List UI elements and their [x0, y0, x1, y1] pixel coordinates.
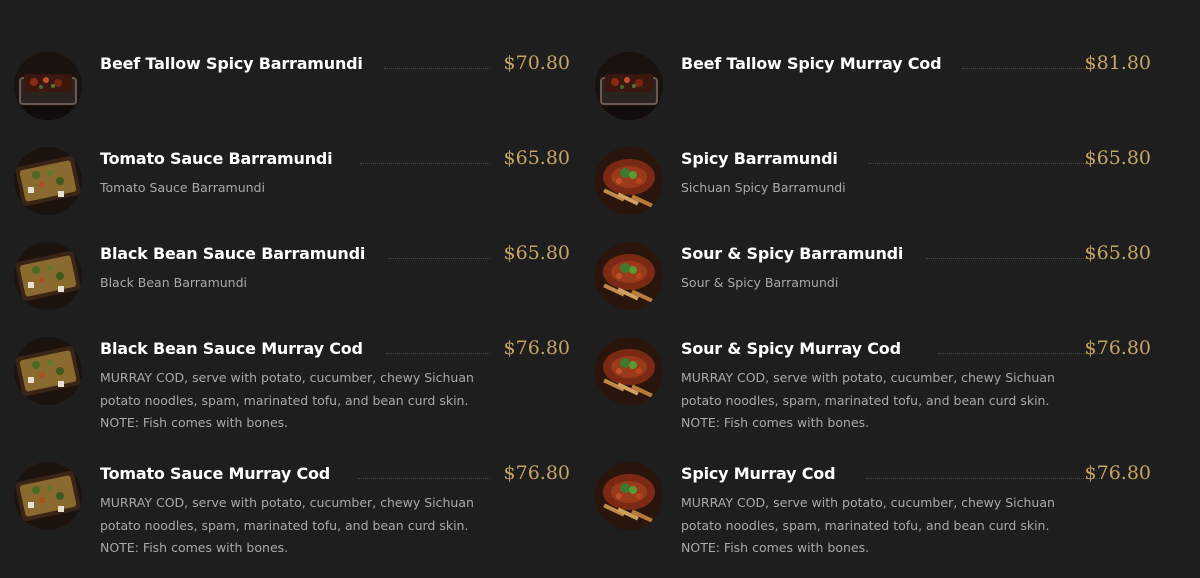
menu-column-right: Beef Tallow Spicy Murray Cod $81.80 Spicy … — [581, 0, 1151, 578]
description-line: Black Bean Barramundi — [100, 275, 247, 290]
menu-item-description: Black Bean Barramundi — [100, 272, 480, 295]
menu-item-description: MURRAY COD, serve with potato, cucumber,… — [100, 492, 480, 560]
leader-dots — [938, 353, 1102, 354]
description-line: potato noodles, spam, marinated tofu, an… — [100, 517, 469, 533]
menu-item-price: $65.80 — [503, 242, 570, 264]
description-line: MURRAY COD, serve with potato, cucumber,… — [100, 370, 474, 385]
menu-item-name[interactable]: Beef Tallow Spicy Barramundi — [100, 54, 363, 74]
menu-item-name[interactable]: Beef Tallow Spicy Murray Cod — [681, 54, 942, 74]
menu-item-price: $81.80 — [1084, 52, 1151, 74]
menu-item-name[interactable]: Black Bean Sauce Barramundi — [100, 244, 365, 264]
leader-dots — [868, 163, 1102, 164]
menu-item-name[interactable]: Sour & Spicy Murray Cod — [681, 339, 901, 359]
spicy-fish-icon[interactable] — [595, 147, 663, 215]
description-line: Sour & Spicy Barramundi — [681, 275, 839, 290]
description-line: Sichuan Spicy Barramundi — [681, 180, 846, 195]
menu-item-description: MURRAY COD, serve with potato, cucumber,… — [681, 492, 1061, 560]
leader-dots — [386, 353, 490, 354]
hotpot-dish-icon[interactable] — [595, 52, 663, 120]
menu-item-description: Sichuan Spicy Barramundi — [681, 177, 1061, 200]
menu-item-price: $76.80 — [1084, 462, 1151, 484]
menu-item-description: MURRAY COD, serve with potato, cucumber,… — [100, 367, 480, 435]
menu-item-name[interactable]: Tomato Sauce Murray Cod — [100, 464, 330, 484]
menu-item-price: $76.80 — [1084, 337, 1151, 359]
menu-item-price: $70.80 — [503, 52, 570, 74]
leader-dots — [962, 68, 1102, 69]
fish-platter-icon[interactable] — [14, 242, 82, 310]
fish-platter-icon[interactable] — [14, 462, 82, 530]
spicy-fish-icon[interactable] — [595, 242, 663, 310]
menu-item-price: $65.80 — [503, 147, 570, 169]
menu-column-left: Beef Tallow Spicy Barramundi $70.80 Tomato… — [0, 0, 570, 578]
menu-item-description: Sour & Spicy Barramundi — [681, 272, 1061, 295]
description-line: NOTE: Fish comes with bones. — [681, 540, 870, 555]
menu-item-description: MURRAY COD, serve with potato, cucumber,… — [681, 367, 1061, 435]
menu-item-name[interactable]: Black Bean Sauce Murray Cod — [100, 339, 363, 359]
menu-item-name[interactable]: Spicy Murray Cod — [681, 464, 836, 484]
description-line: NOTE: Fish comes with bones. — [100, 415, 289, 430]
hotpot-dish-icon[interactable] — [14, 52, 82, 120]
menu-item-name[interactable]: Sour & Spicy Barramundi — [681, 244, 903, 264]
description-line: NOTE: Fish comes with bones. — [681, 415, 870, 430]
leader-dots — [360, 163, 490, 164]
menu-item-description: Tomato Sauce Barramundi — [100, 177, 480, 200]
menu-item-name[interactable]: Tomato Sauce Barramundi — [100, 149, 333, 169]
spicy-fish-icon[interactable] — [595, 462, 663, 530]
fish-platter-icon[interactable] — [14, 147, 82, 215]
description-line: MURRAY COD, serve with potato, cucumber,… — [681, 370, 1055, 385]
leader-dots — [388, 258, 490, 259]
menu-item-price: $65.80 — [1084, 147, 1151, 169]
menu-list: Beef Tallow Spicy Barramundi $70.80 Tomato… — [0, 0, 1200, 578]
leader-dots — [384, 68, 490, 69]
menu-item-name[interactable]: Spicy Barramundi — [681, 149, 838, 169]
description-line: potato noodles, spam, marinated tofu, an… — [100, 392, 469, 408]
description-line: Tomato Sauce Barramundi — [100, 180, 265, 195]
description-line: potato noodles, spam, marinated tofu, an… — [681, 517, 1050, 533]
description-line: MURRAY COD, serve with potato, cucumber,… — [681, 495, 1055, 510]
leader-dots — [926, 258, 1102, 259]
menu-item-price: $65.80 — [1084, 242, 1151, 264]
fish-platter-icon[interactable] — [14, 337, 82, 405]
leader-dots — [866, 478, 1102, 479]
description-line: MURRAY COD, serve with potato, cucumber,… — [100, 495, 474, 510]
menu-item-price: $76.80 — [503, 337, 570, 359]
spicy-fish-icon[interactable] — [595, 337, 663, 405]
menu-item-price: $76.80 — [503, 462, 570, 484]
description-line: potato noodles, spam, marinated tofu, an… — [681, 392, 1050, 408]
leader-dots — [358, 478, 490, 479]
description-line: NOTE: Fish comes with bones. — [100, 540, 289, 555]
